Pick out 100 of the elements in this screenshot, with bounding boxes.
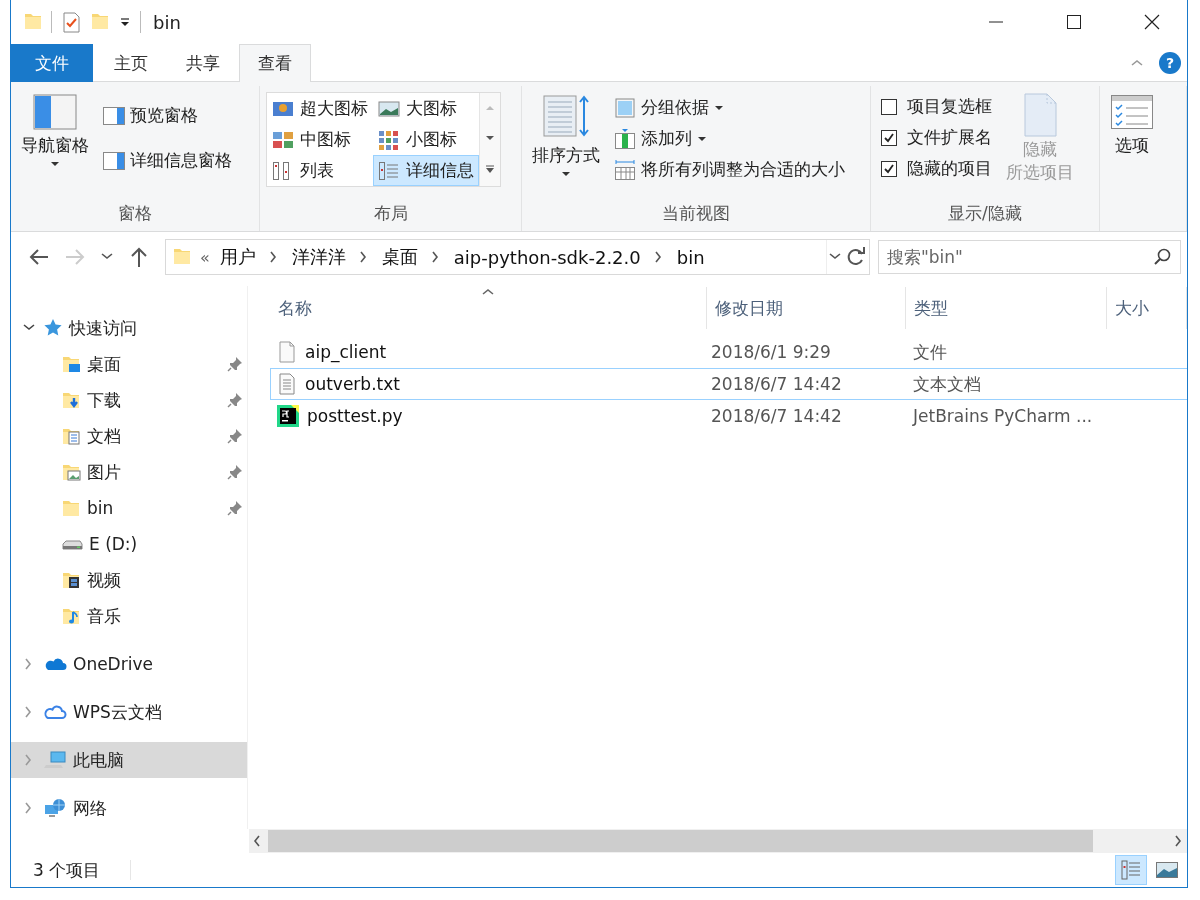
file-icon — [277, 341, 297, 363]
nav-item[interactable]: 网络 — [11, 790, 247, 826]
view-icon — [377, 98, 400, 119]
nav-item[interactable]: WPS云文档 — [11, 694, 247, 730]
scrollbar-thumb[interactable] — [268, 830, 1093, 852]
nav-label: 视频 — [87, 568, 122, 592]
column-header[interactable]: 名称 — [248, 287, 708, 329]
nav-label: 音乐 — [87, 604, 122, 628]
nav-label: WPS云文档 — [73, 700, 163, 724]
column-header[interactable]: 大小 — [1107, 287, 1187, 329]
ribbon-tab[interactable]: 共享 — [167, 44, 239, 82]
checkbox[interactable] — [880, 98, 897, 115]
nav-item[interactable]: E (D:) — [11, 526, 247, 562]
nav-item[interactable]: 文档 — [11, 418, 247, 454]
ribbon-tab[interactable]: 查看 — [239, 44, 311, 82]
date-cell-text: 2018/6/7 14:42 — [711, 374, 843, 394]
nav-label: 图片 — [87, 460, 122, 484]
file-tab[interactable]: 文件 — [11, 44, 93, 82]
group-by-button[interactable]: 分组依据 — [612, 94, 848, 121]
scroll-down-icon[interactable] — [484, 135, 495, 141]
caret-down-icon[interactable] — [118, 15, 132, 29]
overflow-chevron[interactable]: « — [200, 247, 210, 267]
checkbox[interactable] — [880, 160, 897, 177]
pin-icon[interactable] — [227, 356, 243, 372]
breadcrumb[interactable]: bin — [674, 246, 707, 268]
nav-item[interactable]: 音乐 — [11, 598, 247, 634]
nav-item[interactable]: 桌面 — [11, 346, 247, 382]
minimize-icon — [988, 21, 1004, 23]
view-option[interactable]: 详细信息 — [372, 155, 479, 186]
caret-down-icon — [50, 161, 60, 167]
ribbon-tab[interactable]: 主页 — [95, 44, 167, 82]
nav-item[interactable]: 快速访问 — [11, 310, 247, 346]
file-row[interactable]: outverb.txt 2018/6/7 14:42 文本文档 — [270, 368, 1187, 400]
folder-icon — [61, 606, 81, 626]
group-label: 当前视图 — [661, 202, 732, 225]
options-button[interactable]: 选项 — [1105, 86, 1158, 157]
folder-icon — [61, 570, 81, 590]
breadcrumb[interactable]: 桌面 — [379, 245, 420, 269]
column-header[interactable]: 修改日期 — [707, 287, 906, 329]
breadcrumb[interactable]: 用户 — [217, 245, 258, 269]
view-icon — [377, 129, 400, 150]
item-count: 3 个项目 — [33, 858, 101, 882]
scroll-up-icon[interactable] — [484, 105, 495, 111]
view-option[interactable]: 列表 — [266, 155, 373, 186]
nav-item[interactable]: bin — [11, 490, 247, 526]
details-pane-button[interactable]: 详细信息窗格 — [101, 147, 234, 174]
pin-icon[interactable] — [227, 428, 243, 444]
button-label: 将所有列调整为合适的大小 — [641, 158, 846, 181]
nav-item[interactable]: 下载 — [11, 382, 247, 418]
checkbox-label[interactable]: 文件扩展名 — [906, 126, 992, 149]
nav-label: OneDrive — [73, 654, 154, 674]
breadcrumb[interactable]: 洋洋洋 — [289, 245, 348, 269]
checkbox-label[interactable]: 项目复选框 — [906, 95, 992, 118]
nav-label: 桌面 — [87, 352, 122, 376]
fit-columns-button[interactable]: 将所有列调整为合适的大小 — [612, 156, 848, 183]
option-label: 详细信息 — [405, 159, 474, 182]
column-header[interactable]: 类型 — [905, 287, 1108, 329]
nav-label: 快速访问 — [69, 316, 138, 340]
nav-label: 下载 — [87, 388, 122, 412]
sort-button[interactable]: 排序方式 — [528, 86, 605, 177]
file-name: outverb.txt — [305, 374, 400, 394]
details-view-icon — [1120, 859, 1142, 881]
search-field[interactable]: 搜索"bin" — [878, 240, 1181, 274]
type-cell: 文件 — [913, 340, 947, 364]
text-file-icon — [277, 373, 297, 395]
pin-icon[interactable] — [227, 464, 243, 480]
add-column-button[interactable]: 添加列 — [612, 125, 848, 152]
view-option[interactable]: 小图标 — [372, 124, 479, 155]
expand-gallery-icon[interactable] — [484, 165, 495, 174]
checklist-icon[interactable] — [60, 11, 82, 33]
address-bar[interactable]: « 用户 洋洋洋 桌面 aip-python-sdk-2.2.0 bin — [165, 239, 870, 275]
navigation-pane-button[interactable]: 导航窗格 — [17, 86, 93, 167]
breadcrumb[interactable]: aip-python-sdk-2.2.0 — [451, 246, 643, 268]
check-icon — [882, 162, 895, 175]
group-label: 布局 — [372, 202, 409, 225]
pin-icon[interactable] — [227, 392, 243, 408]
file-row[interactable]: posttest.py 2018/6/7 14:42 JetBrains PyCharm ... — [270, 400, 1187, 432]
nav-item[interactable]: 视频 — [11, 562, 247, 598]
button-label: 导航窗格 — [21, 134, 89, 157]
view-option[interactable]: 大图标 — [372, 93, 479, 124]
preview-pane-button[interactable]: 预览窗格 — [101, 102, 234, 129]
view-button[interactable] — [1115, 855, 1147, 885]
nav-label: 网络 — [73, 796, 108, 820]
pane-icon — [103, 106, 125, 125]
checkbox-label[interactable]: 隐藏的项目 — [906, 157, 992, 180]
view-option[interactable]: 超大图标 — [266, 93, 373, 124]
view-icon — [377, 160, 400, 181]
help-button[interactable]: ? — [1159, 51, 1181, 74]
pin-icon[interactable] — [227, 500, 243, 516]
nav-label: 文档 — [87, 424, 122, 448]
nav-item[interactable]: 此电脑 — [11, 742, 247, 778]
nav-item[interactable]: OneDrive — [11, 646, 247, 682]
horizontal-scrollbar[interactable] — [249, 829, 1187, 853]
checkbox[interactable] — [880, 129, 897, 146]
type-cell: 文本文档 — [913, 372, 981, 396]
nav-item[interactable]: 图片 — [11, 454, 247, 490]
file-row[interactable]: aip_client 2018/6/1 9:29 文件 — [270, 336, 1187, 368]
type-cell: JetBrains PyCharm ... — [913, 406, 1093, 426]
option-label: 列表 — [299, 159, 334, 182]
view-option[interactable]: 中图标 — [266, 124, 373, 155]
